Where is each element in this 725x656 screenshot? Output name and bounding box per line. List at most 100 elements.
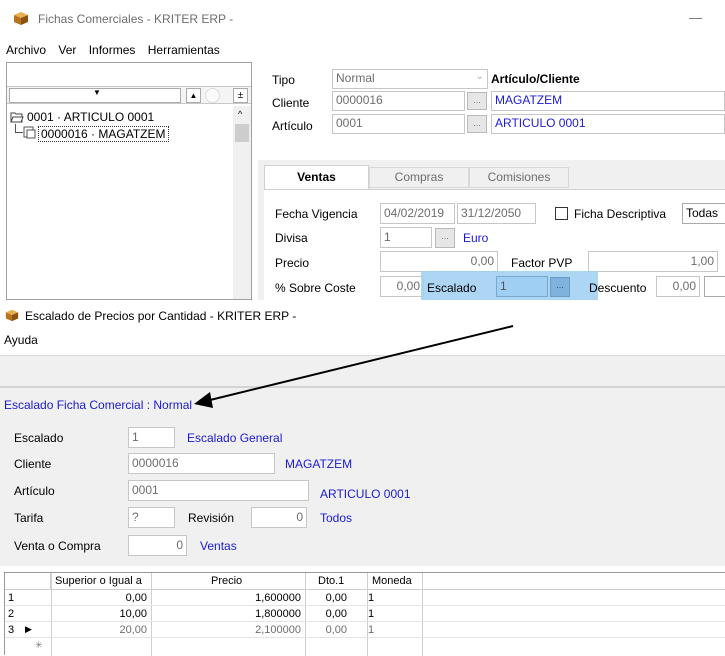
escalado-label: Escalado [14, 431, 64, 445]
main-title-bar: Fichas Comerciales - KRITER ERP - — [0, 0, 725, 40]
app-box-icon [5, 309, 19, 322]
descuento-extra-field[interactable] [704, 276, 725, 297]
sobre-coste-field[interactable]: 0,00 [380, 276, 424, 297]
chevron-down-icon: ▼ [93, 88, 101, 97]
cliente-field[interactable]: 0000016 [332, 91, 465, 111]
escalado-form-area [0, 388, 725, 566]
revision-label: Revisión [188, 511, 235, 525]
cell-moneda[interactable]: 1 [368, 624, 374, 636]
cliente-lookup-button[interactable]: ... [467, 92, 487, 110]
tipo-select[interactable]: Normal ⌄ [332, 69, 488, 89]
tarifa-label: Tarifa [14, 511, 44, 525]
escalado-field[interactable]: 1 [128, 427, 175, 448]
tab-ventas[interactable]: Ventas [264, 165, 369, 189]
tree-up-button[interactable]: ▲ [186, 88, 201, 103]
new-row[interactable]: ✳ [5, 639, 725, 654]
sobre-coste-label: % Sobre Coste [275, 281, 356, 295]
escalado-grid: Superior o Igual a Precio Dto.1 Moneda 1… [4, 572, 725, 656]
main-window: Fichas Comerciales - KRITER ERP - — Arch… [0, 0, 725, 314]
cliente-label: Cliente [14, 457, 52, 471]
minimize-button[interactable]: — [689, 10, 702, 25]
escalado-label: Escalado [427, 281, 477, 295]
articulo-field[interactable]: 0001 [128, 480, 309, 501]
articulo-field[interactable]: 0001 [332, 114, 465, 134]
cell-superior[interactable]: 20,00 [53, 624, 147, 636]
grid-header-row: Superior o Igual a Precio Dto.1 Moneda [5, 573, 725, 656]
tree-filter-dropdown[interactable]: ▼ [9, 88, 181, 103]
annotation-arrow [194, 325, 514, 408]
row-number: 3 [8, 624, 15, 636]
divisa-name: Euro [463, 231, 489, 245]
articulo-name: ARTICULO 0001 [320, 487, 411, 501]
escalado-window-title: Escalado de Precios por Cantidad - KRITE… [25, 309, 297, 323]
cell-superior[interactable]: 0,00 [53, 592, 147, 604]
table-row[interactable]: 1 0,00 1,600000 0,00 1 [5, 591, 725, 606]
cell-dto1[interactable]: 0,00 [307, 608, 347, 620]
factor-pvp-label: Factor PVP [511, 256, 573, 270]
table-row[interactable]: 2 10,00 1,800000 0,00 1 [5, 607, 725, 622]
divisa-field[interactable]: 1 [380, 227, 432, 248]
row-number: 1 [8, 592, 15, 604]
fecha-desde-field[interactable]: 04/02/2019 [380, 203, 455, 224]
fecha-hasta-field[interactable]: 31/12/2050 [457, 203, 536, 224]
cell-precio[interactable]: 1,600000 [153, 592, 301, 604]
new-row-icon: ✳ [35, 640, 43, 650]
header-articulo-cliente: Artículo/Cliente [491, 72, 580, 86]
tab-comisiones[interactable]: Comisiones [469, 167, 569, 188]
col-precio[interactable]: Precio [211, 575, 242, 587]
col-moneda[interactable]: Moneda [372, 575, 412, 587]
tree-scrollbar[interactable]: ^ [233, 106, 251, 299]
open-folder-icon [10, 112, 24, 123]
tarifa-field[interactable]: ? [128, 507, 175, 528]
cell-moneda[interactable]: 1 [368, 608, 374, 620]
tipo-label: Tipo [272, 73, 295, 87]
main-menu-bar: Archivo Ver Informes Herramientas [6, 43, 220, 61]
menu-herramientas[interactable]: Herramientas [148, 43, 220, 57]
tab-compras[interactable]: Compras [369, 167, 469, 188]
fecha-vigencia-label: Fecha Vigencia [275, 207, 358, 221]
tree-download-button[interactable]: ± [233, 88, 248, 103]
cliente-name: MAGATZEM [285, 457, 353, 471]
precio-label: Precio [275, 256, 310, 270]
cell-superior[interactable]: 10,00 [53, 608, 147, 620]
escalado-field[interactable]: 1 [496, 276, 548, 297]
menu-ayuda[interactable]: Ayuda [4, 333, 38, 347]
current-row-indicator-icon: ▶ [25, 624, 32, 634]
factor-pvp-field[interactable]: 1,00 [588, 251, 718, 272]
cell-dto1[interactable]: 0,00 [307, 592, 347, 604]
table-row[interactable]: 3 ▶ 20,00 2,100000 0,00 1 [5, 623, 725, 638]
descuento-field[interactable]: 0,00 [656, 276, 700, 297]
divisa-label: Divisa [275, 231, 308, 245]
revision-field[interactable]: 0 [251, 507, 307, 528]
escalado-subtitle: Escalado Ficha Comercial : Normal [4, 398, 193, 412]
cell-dto1[interactable]: 0,00 [307, 624, 347, 636]
revision-name: Todos [320, 511, 353, 525]
scroll-up-icon[interactable]: ^ [238, 109, 242, 119]
ficha-form: Tipo Normal ⌄ Artículo/Cliente Cliente 0… [258, 62, 725, 314]
ficha-descriptiva-checkbox[interactable] [555, 207, 568, 220]
cliente-field[interactable]: 0000016 [128, 453, 275, 474]
escalado-lookup-button[interactable]: ... [550, 277, 570, 297]
row-number: 2 [8, 608, 15, 620]
cell-precio[interactable]: 1,800000 [153, 608, 301, 620]
ficha-descriptiva-label: Ficha Descriptiva [574, 207, 667, 221]
precio-field[interactable]: 0,00 [380, 251, 498, 272]
col-dto1[interactable]: Dto.1 [318, 575, 344, 587]
cell-moneda[interactable]: 1 [368, 592, 374, 604]
venta-compra-name: Ventas [200, 539, 237, 553]
scroll-thumb[interactable] [235, 124, 249, 142]
menu-informes[interactable]: Informes [89, 43, 136, 57]
descuento-label: Descuento [589, 281, 647, 295]
menu-ver[interactable]: Ver [58, 43, 76, 57]
chevron-down-icon: ⌄ [475, 71, 484, 82]
menu-archivo[interactable]: Archivo [6, 43, 46, 57]
todas-select[interactable]: Todas [682, 203, 725, 224]
divisa-lookup-button[interactable]: ... [435, 228, 455, 248]
col-superior[interactable]: Superior o Igual a [55, 575, 151, 587]
venta-compra-field[interactable]: 0 [128, 535, 187, 556]
articulo-lookup-button[interactable]: ... [467, 115, 487, 133]
tree-item-child[interactable]: 0000016 · MAGATZEM [38, 126, 169, 142]
tree-item-root[interactable]: 0001 · ARTICULO 0001 [27, 110, 154, 124]
cell-precio[interactable]: 2,100000 [153, 624, 301, 636]
tree-circle-button[interactable] [205, 88, 220, 103]
